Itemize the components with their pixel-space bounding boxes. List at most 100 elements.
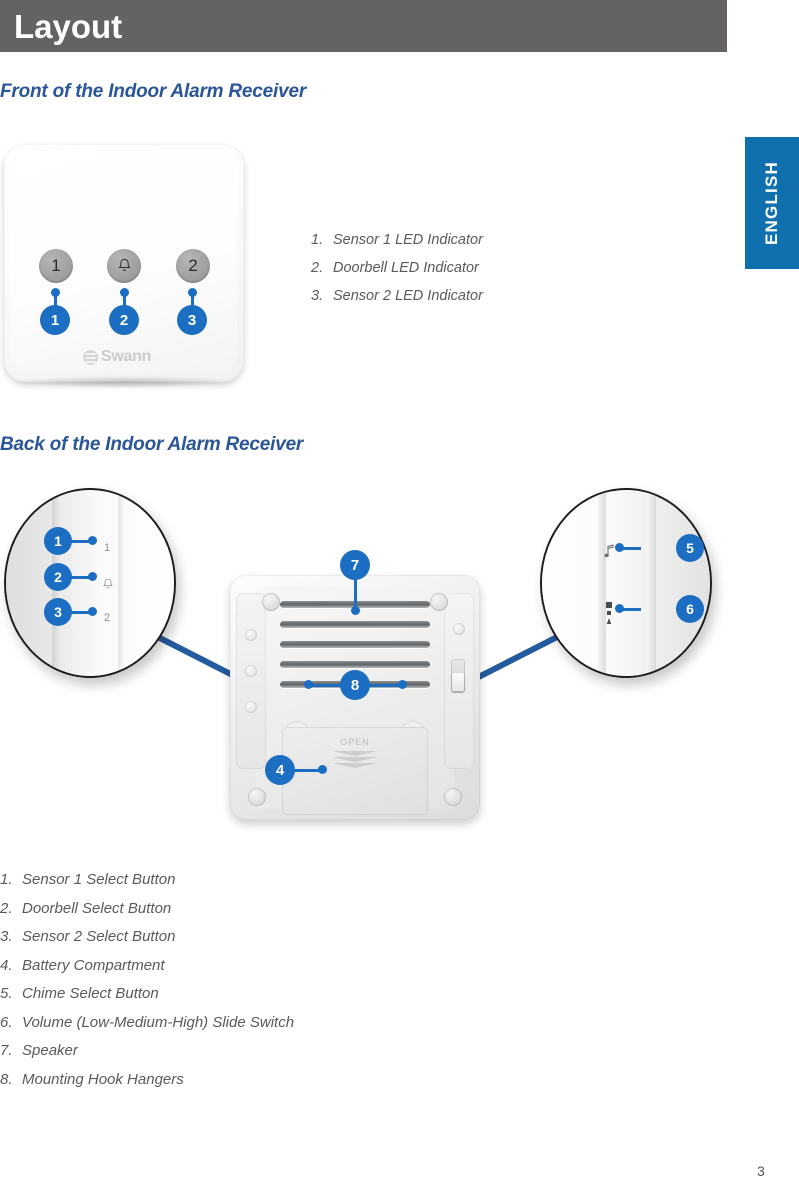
- sensor2-select-button[interactable]: [245, 701, 257, 713]
- front-led-sensor1: 1: [39, 249, 73, 283]
- front-leader-dot-2: [120, 288, 129, 297]
- page-number: 3: [757, 1163, 765, 1179]
- back-leader-dot-8-right: [398, 680, 407, 689]
- list-item: 3. Sensor 2 LED Indicator: [311, 282, 483, 310]
- back-legend-text-3: Sensor 2 Select Button: [22, 928, 176, 945]
- mag-right-dot-5: [615, 543, 624, 552]
- back-legend-text-2: Doorbell Select Button: [22, 899, 172, 917]
- battery-open-label: OPEN: [340, 737, 370, 747]
- back-legend-num-6: 6.: [0, 1013, 13, 1031]
- back-legend-text-1: Sensor 1 Select Button: [22, 871, 176, 888]
- back-callout-7: 7: [340, 550, 370, 580]
- list-item: 1. Sensor 1 Select Button: [0, 866, 294, 895]
- back-leader-dot-4: [318, 765, 327, 774]
- front-legend-text-3: Sensor 2 LED Indicator: [333, 288, 483, 304]
- front-callout-3: 3: [177, 305, 207, 335]
- bell-icon: [117, 258, 131, 271]
- mag-right-dot-6: [615, 604, 624, 613]
- device-edge-line: [118, 490, 126, 676]
- mag-left-callout-1: 1: [44, 527, 72, 555]
- magnifier-right-side-controls: [540, 488, 712, 678]
- chime-select-button[interactable]: [453, 623, 465, 635]
- list-item: 2. Doorbell LED Indicator: [311, 254, 483, 282]
- mag-left-dot-1: [88, 536, 97, 545]
- front-led-doorbell: [107, 249, 141, 283]
- back-legend-text-8: Mounting Hook Hangers: [22, 1070, 184, 1088]
- front-device-shadow: [10, 376, 238, 388]
- open-arrow-icon: [332, 751, 378, 773]
- section-heading-front: Front of the Indoor Alarm Receiver: [0, 81, 307, 102]
- back-legend-text-6: Volume (Low-Medium-High) Slide Switch: [22, 1013, 295, 1031]
- page-title: Layout: [14, 8, 123, 45]
- speaker-slot: [280, 621, 430, 628]
- mag-left-callout-3: 3: [44, 598, 72, 626]
- screw-top-right: [430, 593, 448, 611]
- front-led-sensor1-label: 1: [51, 256, 61, 275]
- back-leader-line-8-right: [368, 684, 400, 687]
- list-item: 6. Volume (Low-Medium-High) Slide Switch: [0, 1009, 294, 1038]
- front-legend-list: 1. Sensor 1 LED Indicator 2. Doorbell LE…: [311, 226, 483, 310]
- front-legend-text-2: Doorbell LED Indicator: [333, 260, 479, 276]
- screw-bottom-right: [444, 788, 462, 806]
- front-legend-text-1: Sensor 1 LED Indicator: [333, 232, 483, 248]
- section-heading-back: Back of the Indoor Alarm Receiver: [0, 434, 304, 455]
- back-leader-dot-8-left: [304, 680, 313, 689]
- music-note-icon: [604, 544, 614, 558]
- list-item: 1. Sensor 1 LED Indicator: [311, 226, 483, 254]
- magnifier-left-background: [6, 490, 174, 676]
- back-device-right-rail: [444, 593, 474, 769]
- back-leader-dot-7: [351, 606, 360, 615]
- mag-right-line-6: [621, 608, 641, 611]
- screw-bottom-left: [248, 788, 266, 806]
- back-device-illustration: OPEN 7 8 4 1 2 1 2 3 5 6: [0, 480, 799, 860]
- mag-right-callout-6: 6: [676, 595, 704, 623]
- magnifier-right-background: [542, 490, 710, 676]
- speaker-slot: [280, 661, 430, 668]
- front-legend-num-2: 2.: [311, 260, 324, 276]
- swann-logo-mark: [83, 349, 98, 365]
- list-item: 7. Speaker: [0, 1037, 294, 1066]
- list-item: 4. Battery Compartment: [0, 952, 294, 981]
- mag-right-callout-5: 5: [676, 534, 704, 562]
- front-leader-dot-1: [51, 288, 60, 297]
- front-legend-num-3: 3.: [311, 288, 324, 304]
- mag-left-dot-2: [88, 572, 97, 581]
- back-legend-num-5: 5.: [0, 985, 13, 1002]
- volume-slide-switch[interactable]: [451, 659, 465, 693]
- mag-left-dot-3: [88, 607, 97, 616]
- back-legend-text-5: Chime Select Button: [22, 985, 159, 1002]
- swann-logo-text: Swann: [101, 348, 152, 365]
- back-callout-8: 8: [340, 670, 370, 700]
- back-legend-num-4: 4.: [0, 956, 13, 974]
- mag-left-callout-2: 2: [44, 563, 72, 591]
- back-device-left-rail: [236, 593, 266, 769]
- front-callout-1: 1: [40, 305, 70, 335]
- screw-top-left: [262, 593, 280, 611]
- device-edge-line: [598, 490, 606, 676]
- list-item: 2. Doorbell Select Button: [0, 895, 294, 924]
- back-legend-num-7: 7.: [0, 1042, 13, 1059]
- sensor1-select-button[interactable]: [245, 629, 257, 641]
- device-edge-line: [646, 490, 656, 676]
- list-item: 8. Mounting Hook Hangers: [0, 1066, 294, 1095]
- language-tab-english: ENGLISH: [745, 137, 799, 269]
- mag-right-line-5: [621, 547, 641, 550]
- back-leader-line-8-left: [310, 684, 342, 687]
- back-legend-text-7: Speaker: [22, 1042, 78, 1059]
- back-legend-num-2: 2.: [0, 899, 13, 917]
- magnifier-left-side-buttons: 1 2: [4, 488, 176, 678]
- back-callout-4: 4: [265, 755, 295, 785]
- magnifier-label-sensor1: 1: [104, 542, 111, 554]
- doorbell-select-button[interactable]: [245, 665, 257, 677]
- bell-icon: [102, 578, 114, 589]
- swann-brand-logo: Swann: [83, 348, 151, 366]
- language-tab-label: ENGLISH: [762, 161, 781, 245]
- back-legend-num-1: 1.: [0, 871, 13, 888]
- volume-slider-icon: [606, 602, 612, 624]
- back-legend-text-4: Battery Compartment: [22, 956, 165, 974]
- manual-page: Layout ENGLISH Front of the Indoor Alarm…: [0, 0, 799, 1184]
- front-led-sensor2-label: 2: [188, 256, 198, 275]
- front-leader-dot-3: [188, 288, 197, 297]
- back-legend-num-3: 3.: [0, 928, 13, 945]
- front-legend-num-1: 1.: [311, 232, 324, 248]
